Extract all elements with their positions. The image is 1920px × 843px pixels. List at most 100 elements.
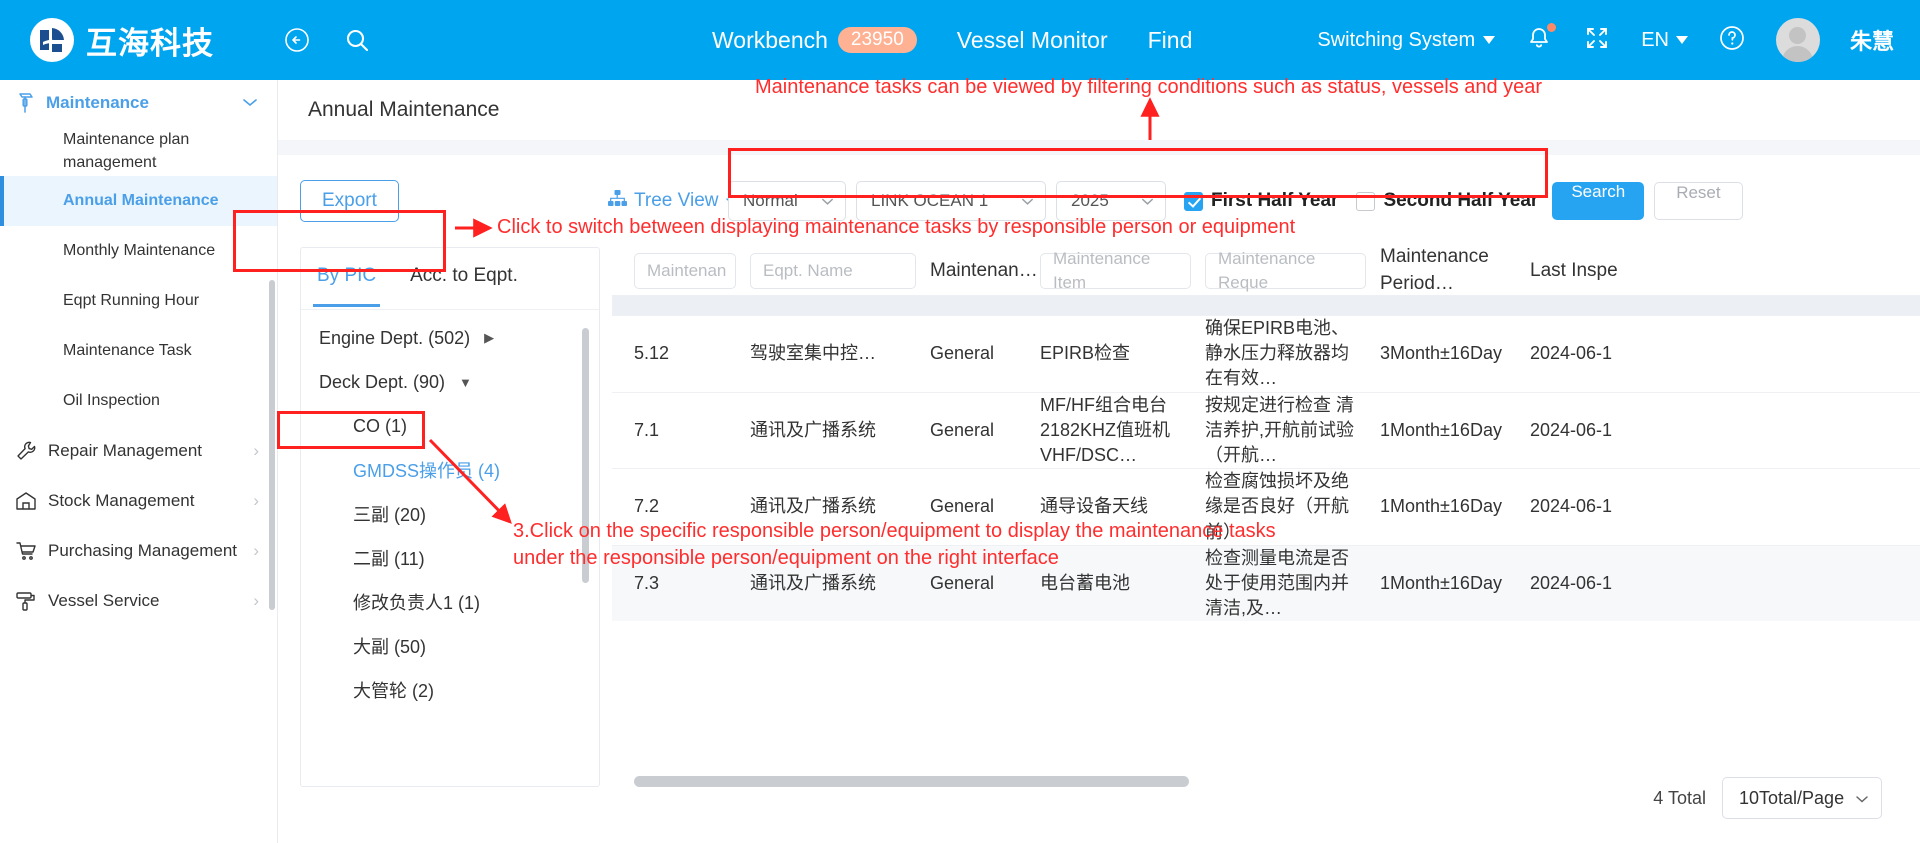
- filter-maintenance-no[interactable]: Maintenan: [634, 253, 736, 289]
- tab-by-pic[interactable]: By PIC: [312, 265, 381, 307]
- tree-view-label: Tree View: [634, 190, 719, 211]
- sidebar-item-vessel-service[interactable]: Vessel Service ›: [0, 576, 277, 626]
- vessel-filter-select[interactable]: LINK OCEAN 1: [856, 181, 1046, 221]
- first-half-year-checkbox[interactable]: First Half Year: [1184, 190, 1338, 212]
- sidebar-item-maintenance-plan-management[interactable]: Maintenance plan management: [0, 126, 277, 176]
- chevron-down-icon: [1675, 36, 1688, 44]
- sidebar-item-label: Annual Maintenance: [63, 192, 219, 210]
- table-row[interactable]: 7.1 通讯及广播系统 General MF/HF组合电台 2182KHZ值班机…: [612, 391, 1920, 469]
- search-icon[interactable]: [342, 25, 372, 55]
- switching-system-label: Switching System: [1317, 28, 1476, 51]
- cell-request: 确保EPIRB电池、静水压力释放器均在有效…: [1205, 318, 1350, 389]
- sidebar-item-purchasing-management[interactable]: Purchasing Management ›: [0, 526, 277, 576]
- search-button[interactable]: Search: [1552, 182, 1645, 220]
- second-half-year-label: Second Half Year: [1383, 190, 1539, 211]
- language-selector[interactable]: EN: [1641, 29, 1688, 52]
- wrench-icon: [12, 440, 40, 462]
- tree-node-label: Engine Dept. (502): [319, 327, 471, 348]
- total-count-label: 4 Total: [1653, 787, 1706, 808]
- language-label: EN: [1641, 28, 1669, 51]
- tree-view-toggle[interactable]: Tree View: [608, 189, 739, 213]
- checkbox-box: [1356, 191, 1376, 211]
- sidebar-item-repair-management[interactable]: Repair Management ›: [0, 426, 277, 476]
- nav-item-workbench[interactable]: Workbench 23950: [712, 27, 917, 54]
- cell-period: 1Month±16Day: [1380, 572, 1502, 593]
- tree-node-third-officer[interactable]: 三副 (20): [301, 492, 599, 536]
- tree-node-chief-officer[interactable]: 大副 (50): [301, 624, 599, 668]
- cart-icon: [12, 540, 40, 562]
- cell-no: 5.12: [634, 343, 670, 364]
- avatar[interactable]: [1775, 18, 1820, 62]
- tree-node-second-engineer[interactable]: 大管轮 (2): [301, 668, 599, 712]
- reset-button[interactable]: Reset: [1654, 182, 1743, 220]
- tree-node-deck-dept[interactable]: Deck Dept. (90) ▼: [301, 360, 599, 404]
- filter-eqpt-name[interactable]: Eqpt. Name: [750, 253, 916, 289]
- sidebar-item-label: Maintenance plan management: [63, 130, 190, 171]
- hammer-icon: [12, 92, 40, 114]
- cell-item: EPIRB检查: [1040, 343, 1131, 364]
- cell-no: 7.3: [634, 572, 660, 593]
- table-row[interactable]: 7.2 通讯及广播系统 General 通导设备天线 检查腐蚀损坏及绝缘是否良好…: [612, 468, 1920, 545]
- year-filter-value: 2025: [1071, 191, 1109, 210]
- table-row[interactable]: 7.3 通讯及广播系统 General 电台蓄电池 检查测量电流是否处于使用范围…: [612, 544, 1920, 622]
- cell-no: 7.1: [634, 419, 660, 440]
- table-panel: Maintenan Eqpt. Name Maintenan… Maintena…: [612, 247, 1920, 787]
- status-filter-select[interactable]: Normal: [728, 181, 846, 221]
- sidebar-item-label: Oil Inspection: [63, 392, 160, 410]
- tree-node-label: 大副 (50): [353, 637, 427, 657]
- header-maintenance-type: Maintenan…: [930, 259, 1038, 281]
- tree-scrollbar[interactable]: [582, 328, 589, 583]
- notification-bell-icon[interactable]: [1525, 22, 1557, 57]
- tree-node-engine-dept[interactable]: Engine Dept. (502) ▶: [301, 316, 599, 360]
- second-half-year-checkbox[interactable]: Second Half Year: [1356, 190, 1538, 212]
- filter-maintenance-request[interactable]: Maintenance Reque: [1205, 249, 1366, 292]
- cell-last-inspection: 2024-06-1: [1530, 572, 1613, 593]
- company-logo-icon: [30, 18, 74, 62]
- tree-node-co[interactable]: CO (1): [301, 404, 599, 448]
- nav-item-find[interactable]: Find: [1148, 27, 1193, 54]
- switching-system-dropdown[interactable]: Switching System: [1317, 28, 1496, 52]
- brand-logo[interactable]: 互海科技: [0, 18, 260, 63]
- fullscreen-icon[interactable]: [1583, 24, 1611, 57]
- collapse-arrow-icon[interactable]: ▼: [459, 375, 472, 390]
- cell-eqpt: 通讯及广播系统: [750, 419, 876, 440]
- sidebar-item-maintenance-task[interactable]: Maintenance Task: [0, 326, 277, 376]
- sidebar-item-label: Monthly Maintenance: [63, 242, 216, 260]
- cell-item: 通导设备天线: [1040, 496, 1148, 517]
- tree-node-modified-pic-1[interactable]: 修改负责人1 (1): [301, 580, 599, 624]
- first-half-year-label: First Half Year: [1211, 190, 1339, 211]
- nav-item-vessel-monitor[interactable]: Vessel Monitor: [957, 27, 1108, 54]
- tree-node-label: Deck Dept. (90): [319, 371, 446, 392]
- tree-node-gmdss-operator[interactable]: GMDSS操作员 (4): [301, 448, 599, 492]
- page-size-select[interactable]: 10Total/Page: [1722, 777, 1882, 819]
- sidebar-item-label: Maintenance Task: [63, 342, 192, 360]
- tree-node-second-officer[interactable]: 二副 (11): [301, 536, 599, 580]
- table-row[interactable]: 5.12 驾驶室集中控… General EPIRB检查 确保EPIRB电池、静…: [612, 315, 1920, 392]
- cell-type: General: [930, 419, 995, 440]
- export-button[interactable]: Export: [300, 180, 399, 222]
- table-horizontal-scrollbar[interactable]: [634, 776, 1189, 787]
- tree-node-label: 大管轮 (2): [353, 681, 434, 701]
- filter-maintenance-item[interactable]: Maintenance Item: [1040, 249, 1191, 292]
- main-area: Annual Maintenance Export Tree View Norm…: [278, 80, 1920, 843]
- chevron-down-icon: [1483, 36, 1496, 44]
- top-header: 互海科技 Workbench 23950 Vessel Monitor Find…: [0, 0, 1920, 80]
- help-circle-icon[interactable]: [1718, 24, 1746, 57]
- sidebar-item-eqpt-running-hour[interactable]: Eqpt Running Hour: [0, 276, 277, 326]
- chevron-right-icon: ›: [253, 541, 259, 560]
- tab-acc-to-eqpt[interactable]: Acc. to Eqpt.: [410, 265, 518, 293]
- header-nav: Workbench 23950 Vessel Monitor Find: [712, 0, 1192, 80]
- table-header-row: Maintenan Eqpt. Name Maintenan… Maintena…: [612, 247, 1920, 295]
- sidebar-item-oil-inspection[interactable]: Oil Inspection: [0, 376, 277, 426]
- sidebar-item-stock-management[interactable]: Stock Management ›: [0, 476, 277, 526]
- year-filter-select[interactable]: 2025: [1056, 181, 1166, 221]
- sidebar-group-maintenance[interactable]: Maintenance: [0, 80, 277, 126]
- cell-type: General: [930, 572, 995, 593]
- back-arrow-icon[interactable]: [282, 25, 312, 55]
- sidebar-scrollbar[interactable]: [269, 280, 275, 610]
- expand-arrow-icon[interactable]: ▶: [484, 330, 494, 346]
- sidebar-item-annual-maintenance[interactable]: Annual Maintenance: [0, 176, 277, 226]
- sidebar-item-label: Vessel Service: [48, 590, 160, 610]
- tree-icon: [608, 189, 627, 213]
- sidebar-item-monthly-maintenance[interactable]: Monthly Maintenance: [0, 226, 277, 276]
